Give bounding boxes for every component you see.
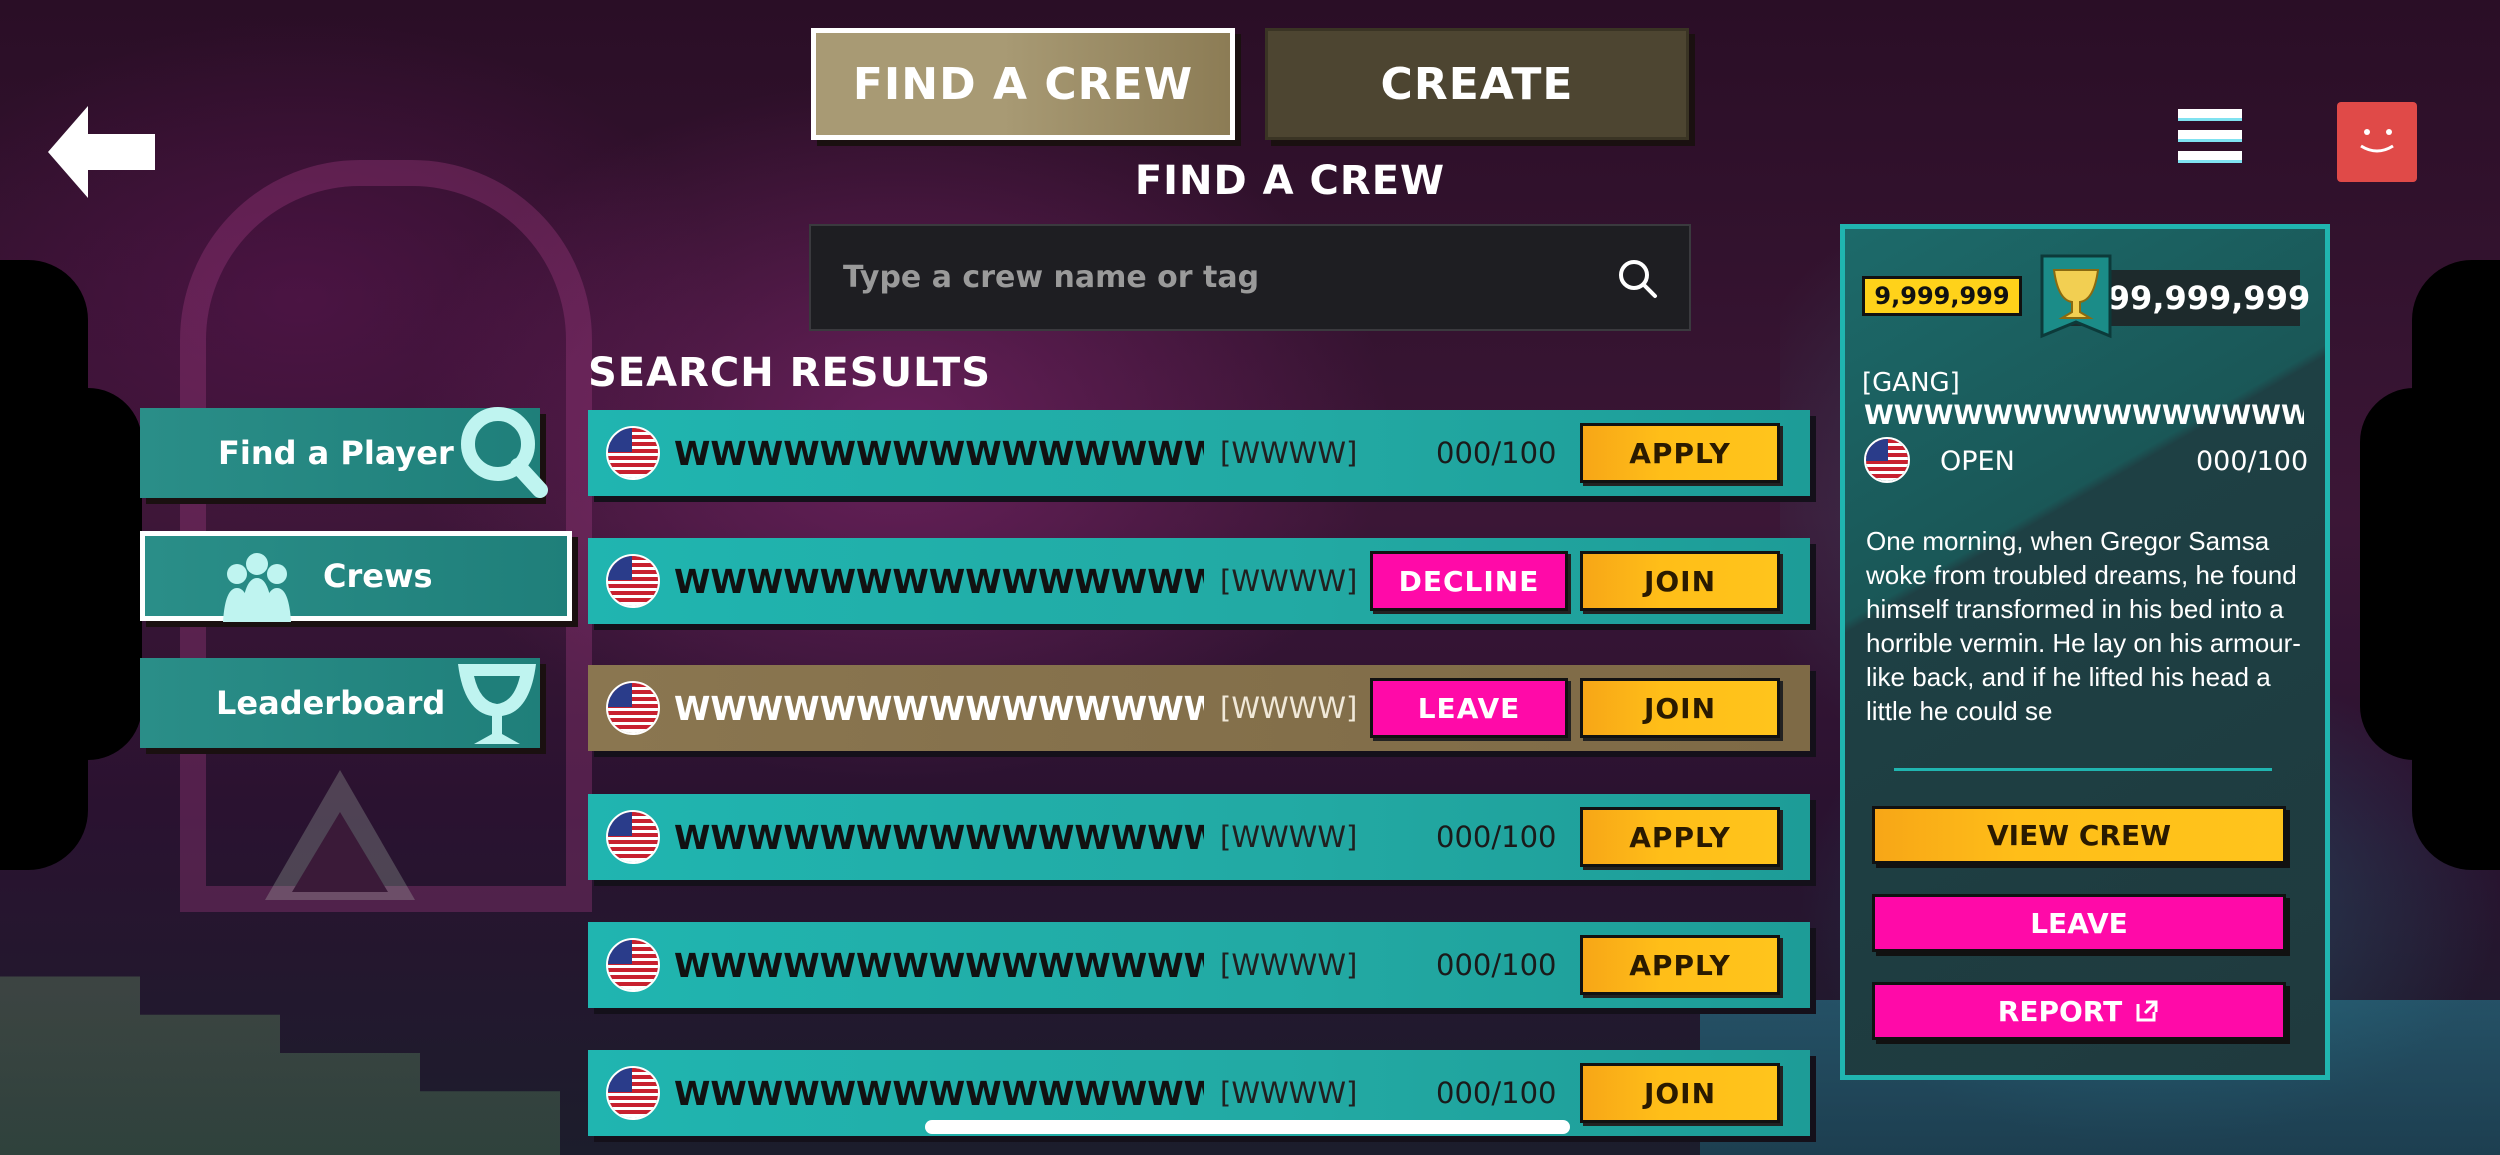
- crew-member-count: 000/100: [2196, 446, 2309, 477]
- view-crew-label: VIEW CREW: [1987, 818, 2171, 852]
- search-bar[interactable]: [809, 224, 1691, 331]
- background-triangle-inner: [292, 812, 388, 892]
- back-button[interactable]: [40, 100, 165, 205]
- us-flag-icon: [608, 683, 658, 733]
- crew-tag: [WWWW]: [1220, 436, 1358, 470]
- crew-result-row[interactable]: WWWWWWWWWWWWWWWWWWWWWW [WWWW] 000/100 APPLY: [588, 794, 1810, 880]
- gold-trophy-icon: [2040, 254, 2112, 339]
- crew-name: WWWWWWWWWWWWWWWWWWWWWW: [674, 1073, 1204, 1113]
- leave-button[interactable]: LEAVE: [1370, 678, 1568, 738]
- crew-result-row[interactable]: WWWWWWWWWWWWWWWWWWWWWW [WWWW] LEAVEJOIN: [588, 665, 1810, 751]
- leave-crew-button[interactable]: LEAVE: [1872, 894, 2286, 952]
- us-flag-icon: [608, 428, 658, 478]
- magnifier-icon: [461, 407, 548, 498]
- crew-member-count: 000/100: [1436, 1076, 1557, 1110]
- crew-name: WWWWWWWWWWWWWWWWWWWWWW: [674, 433, 1204, 473]
- crew-result-row[interactable]: WWWWWWWWWWWWWWWWWWWWWW [WWWW] 000/100 APPLY: [588, 410, 1810, 496]
- panel-divider: [1894, 768, 2272, 771]
- us-flag-icon: [608, 940, 658, 990]
- crew-description: One morning, when Gregor Samsa woke from…: [1866, 526, 2301, 726]
- us-flag-icon: [606, 554, 660, 608]
- search-icon[interactable]: [1615, 256, 1659, 300]
- crew-name: WWWWWWWWWWWWWWWWWWWWWW: [1864, 400, 2304, 431]
- us-flag-icon: [606, 426, 660, 480]
- crew-result-row[interactable]: WWWWWWWWWWWWWWWWWWWWWW [WWWW] DECLINEJOIN: [588, 538, 1810, 624]
- sidebar-item-find-player[interactable]: Find a Player: [140, 407, 548, 498]
- device-bumper-left-inner: [34, 388, 142, 760]
- menu-icon: [2178, 109, 2242, 163]
- us-flag-icon: [606, 1066, 660, 1120]
- sidebar-item-label: Leaderboard: [216, 684, 446, 722]
- report-button[interactable]: REPORT: [1872, 982, 2286, 1040]
- apply-button[interactable]: APPLY: [1580, 807, 1780, 867]
- crew-tag: [WWWW]: [1220, 1076, 1358, 1110]
- home-indicator: [925, 1120, 1570, 1134]
- crew-tag: [WWWW]: [1220, 564, 1358, 598]
- tab-create-label: CREATE: [1380, 58, 1574, 110]
- crew-member-count: 000/100: [1436, 436, 1557, 470]
- tab-find-a-crew-label: FIND A CREW: [852, 58, 1194, 110]
- sidebar-item-label: Crews: [323, 557, 433, 595]
- us-flag-icon: [606, 938, 660, 992]
- trophy-icon: [458, 664, 536, 744]
- crew-name: WWWWWWWWWWWWWWWWWWWWWW: [674, 561, 1204, 601]
- coin-balance: 9,999,999: [1862, 276, 2022, 316]
- search-results-label: SEARCH RESULTS: [588, 350, 992, 396]
- trophy-score: 99,999,999: [2107, 279, 2311, 317]
- us-flag-icon: [608, 1068, 658, 1118]
- crew-member-count: 000/100: [1436, 948, 1557, 982]
- external-link-icon: [2136, 1000, 2158, 1022]
- crew-name: WWWWWWWWWWWWWWWWWWWWWW: [674, 688, 1204, 728]
- sidebar-item-leaderboard[interactable]: Leaderboard: [140, 658, 540, 748]
- us-flag-icon: [606, 681, 660, 735]
- back-arrow-icon: [48, 106, 155, 198]
- report-label: REPORT: [1997, 994, 2123, 1028]
- crew-tag: [WWWW]: [1220, 948, 1358, 982]
- us-flag-icon: [608, 556, 658, 606]
- crew-member-count: 000/100: [1436, 820, 1557, 854]
- menu-button[interactable]: [2176, 105, 2246, 165]
- crew-tag: [GANG]: [1862, 368, 1960, 398]
- crew-name: WWWWWWWWWWWWWWWWWWWWWW: [674, 817, 1204, 857]
- join-button[interactable]: JOIN: [1580, 678, 1780, 738]
- us-flag-icon: [606, 810, 660, 864]
- crew-result-row[interactable]: WWWWWWWWWWWWWWWWWWWWWW [WWWW] 000/100 APPLY: [588, 922, 1810, 1008]
- leave-crew-label: LEAVE: [2030, 906, 2128, 940]
- decline-button[interactable]: DECLINE: [1370, 551, 1568, 611]
- device-bumper-right-inner: [2360, 388, 2468, 760]
- apply-button[interactable]: APPLY: [1580, 423, 1780, 483]
- background-triangle: [265, 770, 415, 900]
- page-title: FIND A CREW: [1134, 158, 1446, 204]
- sidebar-item-crews[interactable]: Crews: [140, 531, 572, 622]
- sidebar-item-label: Find a Player: [218, 434, 454, 472]
- avatar-face-icon: [2360, 129, 2394, 153]
- tab-find-a-crew[interactable]: FIND A CREW: [811, 28, 1235, 140]
- crew-status: OPEN: [1940, 446, 2015, 477]
- join-button[interactable]: JOIN: [1580, 551, 1780, 611]
- avatar[interactable]: [2337, 102, 2417, 182]
- crew-tag: [WWWW]: [1220, 691, 1358, 725]
- us-flag-icon: [608, 812, 658, 862]
- us-flag-icon: [1864, 437, 1910, 483]
- crew-name: WWWWWWWWWWWWWWWWWWWWWW: [674, 945, 1204, 985]
- search-input[interactable]: [841, 259, 1615, 296]
- join-button[interactable]: JOIN: [1580, 1063, 1780, 1123]
- crew-people-icon: [223, 553, 291, 622]
- tab-create[interactable]: CREATE: [1265, 28, 1689, 140]
- apply-button[interactable]: APPLY: [1580, 935, 1780, 995]
- crew-tag: [WWWW]: [1220, 820, 1358, 854]
- view-crew-button[interactable]: VIEW CREW: [1872, 806, 2286, 864]
